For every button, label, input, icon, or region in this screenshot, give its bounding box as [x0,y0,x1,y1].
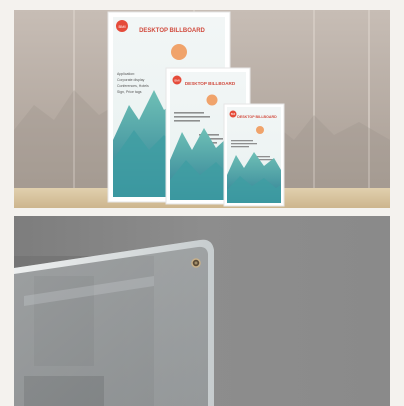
frame-medium-badge: BMI [174,79,180,83]
frame-medium-title: DESKTOP BILLBOARD [185,81,236,86]
svg-text:Sign, Price tags: Sign, Price tags [117,90,142,94]
svg-text:Corporate display: Corporate display [117,78,145,82]
acrylic-edge-photo [14,216,390,406]
svg-text:Application:: Application: [117,72,135,76]
svg-text:Conferences, Hotels: Conferences, Hotels [117,84,149,88]
sun-icon [171,44,187,60]
sun-icon [206,94,218,106]
frame-large-badge: BMI [118,24,125,29]
billboard-photo: BMI DESKTOP BILLBOARD Application: Corpo… [14,10,390,208]
frame-small: BMI DESKTOP BILLBOARD [223,103,285,207]
frame-small-title: DESKTOP BILLBOARD [237,115,277,119]
frame-large-title: DESKTOP BILLBOARD [139,28,205,34]
frame-small-badge: BMI [231,113,236,116]
sun-icon [256,126,264,134]
